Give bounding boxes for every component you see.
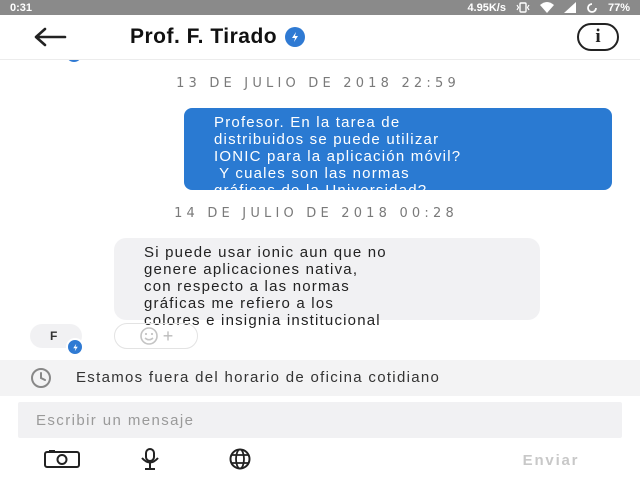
info-button[interactable]: i [577, 23, 619, 51]
office-hours-notice: Estamos fuera del horario de oficina cot… [0, 360, 640, 396]
message-line: IONIC para la aplicación móvil? [214, 148, 462, 165]
vibrate-icon [516, 2, 530, 13]
partial-avatar [60, 60, 88, 64]
camera-icon [44, 450, 80, 468]
globe-button[interactable] [220, 446, 260, 472]
verified-badge-icon [66, 338, 84, 356]
chat-header: Prof. F. Tirado i [0, 15, 640, 60]
clock-icon [31, 368, 51, 388]
info-icon: i [595, 26, 601, 47]
message-line: con respecto a las normas [144, 278, 350, 295]
date-separator: 14 DE JULIO DE 2018 00:28 [174, 206, 458, 221]
microphone-button[interactable] [130, 446, 170, 472]
notice-text: Estamos fuera del horario de oficina cot… [76, 369, 441, 386]
page-title: Prof. F. Tirado [130, 25, 278, 48]
battery-level: 77% [607, 1, 630, 14]
arrow-left-icon [34, 27, 67, 47]
contact-title: Prof. F. Tirado [130, 23, 306, 51]
message-composer: Enviar [0, 396, 640, 480]
chat-messages[interactable]: 13 DE JULIO DE 2018 22:59 Profesor. En l… [0, 60, 640, 360]
network-speed: 4.95K/s [467, 1, 506, 14]
wifi-icon [539, 2, 554, 13]
status-indicators: 4.95K/s 77% [467, 2, 630, 14]
status-bar: 0:31 4.95K/s 77% [0, 0, 640, 15]
date-separator: 13 DE JULIO DE 2018 22:59 [176, 76, 460, 91]
message-line: Profesor. En la tarea de [214, 114, 401, 131]
message-line: Y cuales son las normas [214, 165, 410, 182]
smiley-icon [139, 327, 158, 345]
plus-icon: + [162, 325, 174, 346]
avatar-initial: F [50, 329, 58, 343]
camera-button[interactable] [42, 446, 82, 472]
back-button[interactable] [30, 23, 70, 51]
outgoing-message-bubble[interactable]: Profesor. En la tarea de distribuidos se… [184, 108, 612, 199]
verified-badge-icon [285, 27, 306, 47]
sync-icon [587, 2, 597, 13]
status-time: 0:31 [10, 1, 33, 14]
message-line: gráficas de la Universidad? [214, 182, 428, 199]
message-line: genere aplicaciones nativa, [144, 261, 359, 278]
send-button[interactable]: Enviar [496, 448, 606, 472]
message-line: gráficas me refiero a los [144, 295, 335, 312]
microphone-icon [141, 448, 159, 470]
message-line: Si puede usar ionic aun que no [144, 244, 387, 261]
incoming-message-bubble[interactable]: Si puede usar ionic aun que no genere ap… [114, 238, 540, 329]
signal-icon [563, 2, 576, 13]
add-reaction-button[interactable]: + [114, 323, 198, 349]
message-input[interactable] [18, 402, 622, 438]
message-line: distribuidos se puede utilizar [214, 131, 440, 148]
globe-icon [229, 448, 251, 470]
message-line: colores e insignia institucional [144, 312, 381, 329]
